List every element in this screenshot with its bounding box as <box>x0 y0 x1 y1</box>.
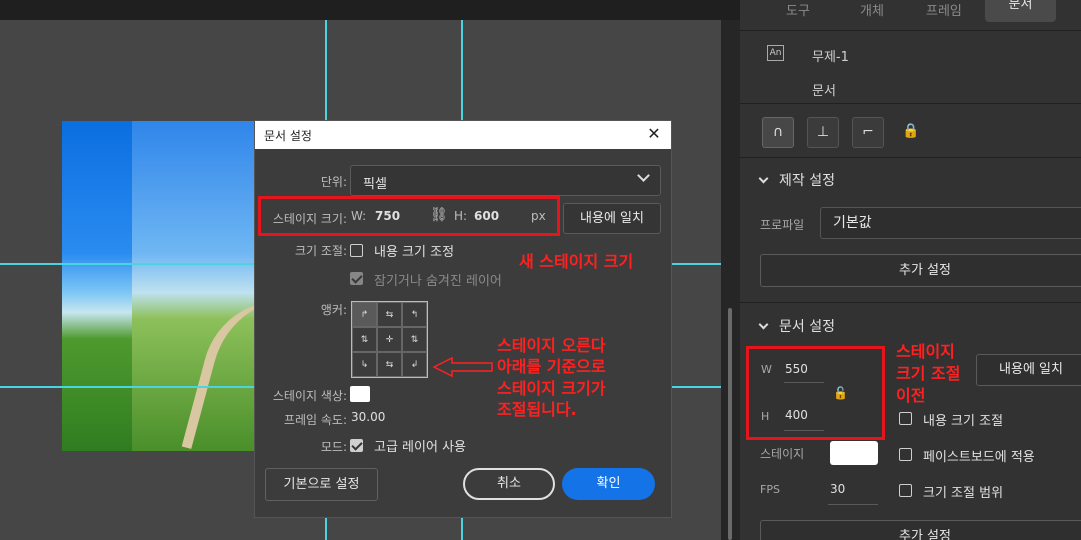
scale-content-label: 내용 크기 조정 <box>374 245 455 260</box>
close-icon[interactable]: ✕ <box>645 125 663 143</box>
anchor-middle-left[interactable]: ⇅ <box>352 327 377 352</box>
document-settings-title: 문서 설정 <box>779 319 835 335</box>
advanced-layers-label: 고급 레이어 사용 <box>374 440 466 455</box>
locked-layers-label: 잠기거나 숨겨진 레이어 <box>374 274 502 289</box>
scale-range-label: 크기 조절 범위 <box>923 486 1004 501</box>
profile-select[interactable]: 기본값 <box>820 207 1081 239</box>
production-settings-header[interactable]: 제작 설정 <box>758 170 835 190</box>
properties-panel: 도구 개체 프레임 문서 An 무제-1 문서 ∩ ⊥ ⌐ 🔒 제작 설정 프로… <box>740 0 1081 540</box>
divider <box>740 30 1081 31</box>
stage-color-swatch[interactable] <box>350 386 370 402</box>
annotation-before-line3: 이전 <box>896 386 926 405</box>
anchor-bottom-center[interactable]: ⇆ <box>377 352 402 377</box>
snap-align-icon[interactable]: ⊥ <box>807 117 839 148</box>
production-settings-title: 제작 설정 <box>779 173 835 189</box>
panel-tabs: 도구 개체 프레임 문서 <box>740 0 1081 30</box>
anchor-middle-right[interactable]: ⇅ <box>402 327 427 352</box>
annotation-anchor-line3: 스테이지 크기가 <box>497 379 606 398</box>
annotation-new-size: 새 스테이지 크기 <box>519 252 634 271</box>
anchor-grid[interactable]: ↱ ⇆ ↰ ⇅ ✛ ⇅ ↳ ⇆ ↲ <box>351 301 428 378</box>
fps-value[interactable]: 30 <box>830 482 845 496</box>
reset-default-button[interactable]: 기본으로 설정 <box>265 468 378 501</box>
chevron-down-icon <box>758 173 769 184</box>
anchor-top-center[interactable]: ⇆ <box>377 302 402 327</box>
tab-object[interactable]: 개체 <box>860 0 884 22</box>
annotation-anchor-line1: 스테이지 오른다 <box>497 336 606 355</box>
locked-layers-checkbox[interactable] <box>350 272 363 285</box>
divider <box>740 157 1081 158</box>
snap-magnet-icon[interactable]: ∩ <box>762 117 794 148</box>
document-more-settings-button[interactable]: 추가 설정 <box>760 520 1081 540</box>
production-more-settings-button[interactable]: 추가 설정 <box>760 254 1081 287</box>
tab-tools[interactable]: 도구 <box>786 0 810 22</box>
document-settings-header[interactable]: 문서 설정 <box>758 316 835 336</box>
document-type: 문서 <box>812 84 836 99</box>
chevron-down-icon <box>758 319 769 330</box>
lock-icon[interactable]: 🔒 <box>895 117 927 148</box>
advanced-layers-checkbox[interactable] <box>350 439 363 452</box>
fps-underline <box>828 504 878 505</box>
animate-doc-icon: An <box>767 45 784 61</box>
divider <box>740 103 1081 104</box>
frame-rate-label: 프레임 속도: <box>283 413 347 427</box>
chevron-down-icon <box>637 169 650 182</box>
panel-scale-content-checkbox[interactable] <box>899 412 912 425</box>
dialog-titlebar: 문서 설정 ✕ <box>255 121 671 149</box>
profile-label: 프로파일 <box>760 218 805 232</box>
unit-value: 픽셀 <box>363 177 387 192</box>
anchor-label: 앵커: <box>320 303 347 317</box>
anchor-top-right[interactable]: ↰ <box>402 302 427 327</box>
vertical-scrollbar[interactable] <box>721 20 740 540</box>
ok-button[interactable]: 확인 <box>562 468 655 500</box>
annotation-box-before <box>746 346 885 440</box>
annotation-arrow-icon <box>432 356 493 378</box>
annotation-anchor-line2: 아래를 기준으로 <box>497 357 606 376</box>
stage-color-label: 스테이지 색상: <box>272 389 347 403</box>
scale-content-checkbox[interactable] <box>350 244 363 257</box>
panel-match-contents-button[interactable]: 내용에 일치 <box>976 354 1081 386</box>
match-contents-button[interactable]: 내용에 일치 <box>563 203 661 234</box>
tab-frame[interactable]: 프레임 <box>926 0 962 22</box>
ruler-icon[interactable]: ⌐ <box>852 117 884 148</box>
document-settings-dialog: 문서 설정 ✕ 단위: 픽셀 스테이지 크기: W: 750 ⛓ H: 600 … <box>254 120 672 518</box>
divider <box>740 302 1081 303</box>
stage-label: 스테이지 <box>760 447 805 461</box>
annotation-anchor-line4: 조절됩니다. <box>497 400 577 419</box>
anchor-bottom-right[interactable]: ↲ <box>402 352 427 377</box>
frame-rate-value[interactable]: 30.00 <box>351 410 385 424</box>
mode-label: 모드: <box>320 440 347 454</box>
annotation-before-line2: 크기 조절 <box>896 364 961 383</box>
apply-pasteboard-label: 페이스트보드에 적용 <box>923 450 1035 465</box>
apply-pasteboard-checkbox[interactable] <box>899 448 912 461</box>
dialog-title: 문서 설정 <box>264 128 312 143</box>
tab-document[interactable]: 문서 <box>985 0 1056 22</box>
scale-label: 크기 조절: <box>294 244 347 258</box>
anchor-center[interactable]: ✛ <box>377 327 402 352</box>
stage-image <box>62 121 254 451</box>
unit-label: 단위: <box>320 175 347 189</box>
cancel-button[interactable]: 취소 <box>463 468 555 500</box>
panel-scale-content-label: 내용 크기 조절 <box>923 414 1004 429</box>
anchor-top-left[interactable]: ↱ <box>352 302 377 327</box>
annotation-before-line1: 스테이지 <box>896 342 955 361</box>
panel-stage-color-swatch[interactable] <box>830 441 878 465</box>
scrollbar-thumb[interactable] <box>728 308 732 540</box>
scale-range-checkbox[interactable] <box>899 484 912 497</box>
fps-label: FPS <box>760 483 780 496</box>
document-name: 무제-1 <box>812 50 849 65</box>
timeline-strip <box>0 0 740 20</box>
anchor-bottom-left[interactable]: ↳ <box>352 352 377 377</box>
annotation-box-new-size <box>258 196 560 236</box>
unit-select[interactable]: 픽셀 <box>350 165 661 196</box>
